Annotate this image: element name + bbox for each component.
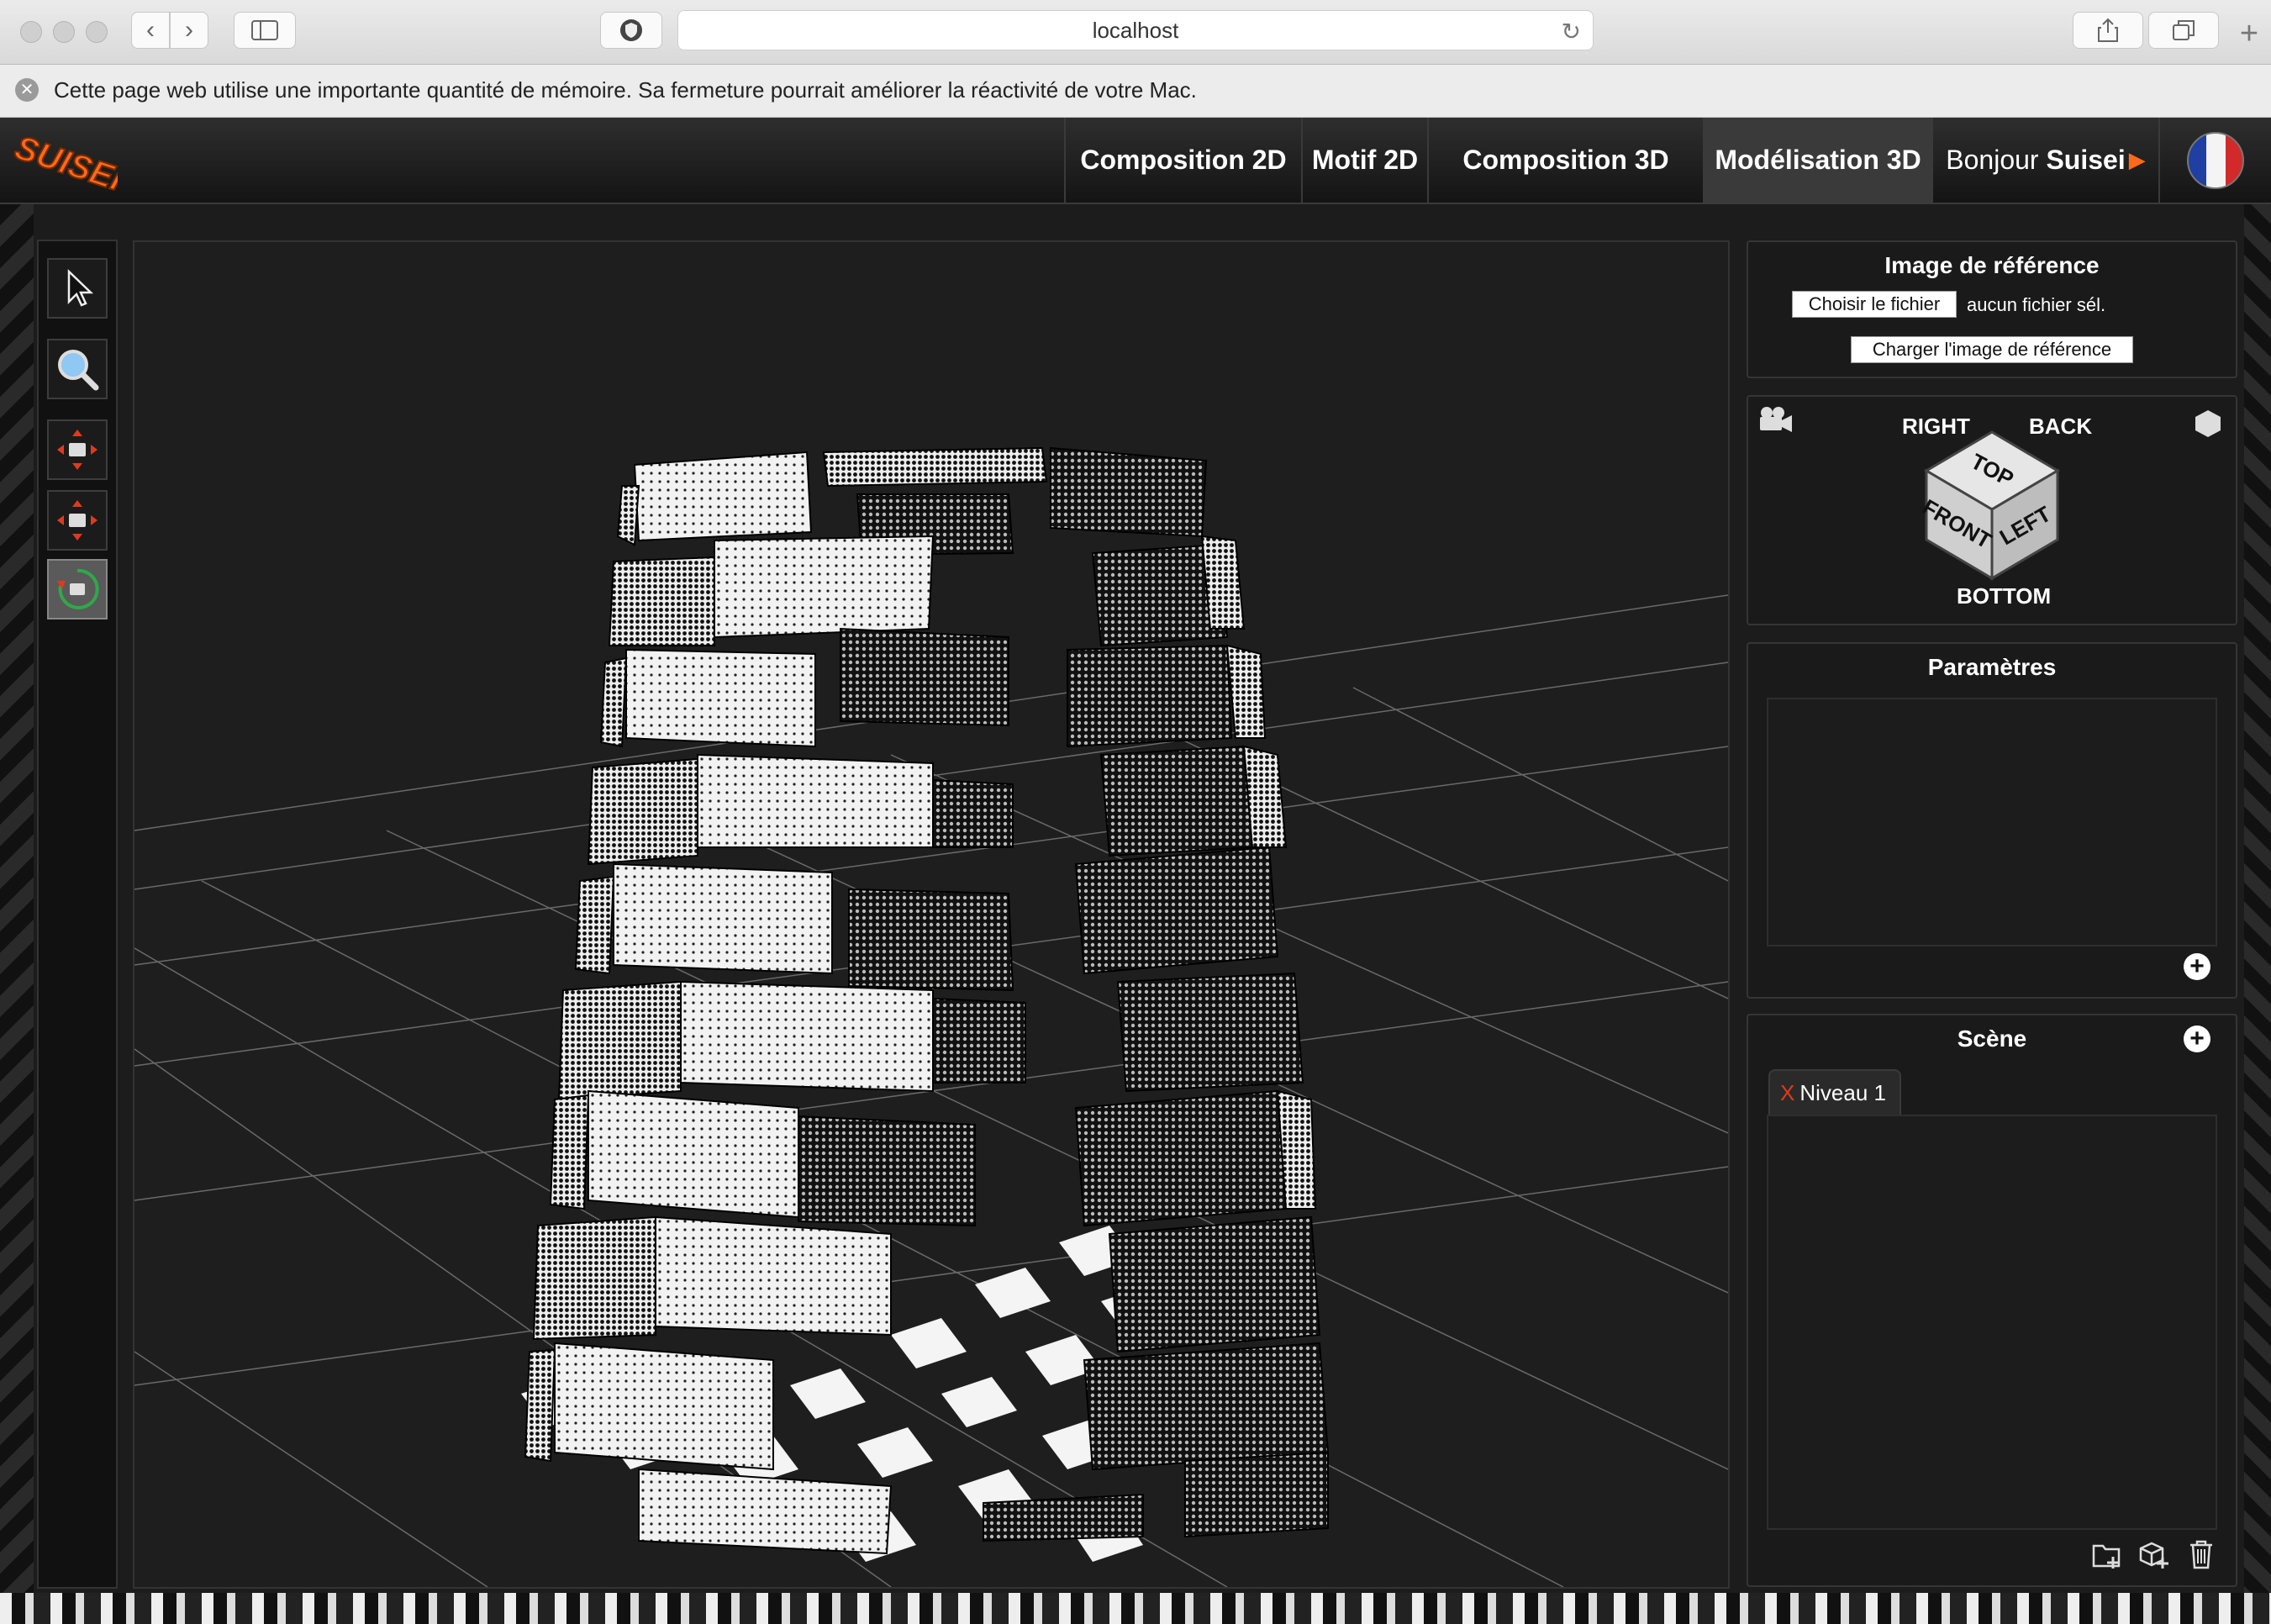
hexagon-icon[interactable] [2194,409,2222,439]
camera-icon[interactable] [1757,405,1794,435]
tower-model [521,446,1330,1562]
plus-icon: + [2189,952,2205,980]
no-file-label: aucun fichier sél. [1967,294,2106,315]
magnifier-icon [58,350,99,391]
background-art-right [2244,204,2271,1624]
cursor-icon [67,269,94,307]
dolly-camera-tool[interactable] [47,490,108,551]
close-window-button[interactable] [20,21,42,43]
choose-file-button[interactable]: Choisir le fichier [1792,291,1957,318]
reload-icon[interactable]: ↻ [1562,18,1581,45]
background-art-left [0,204,34,1624]
trash-icon[interactable] [2187,1538,2216,1570]
back-button[interactable]: ‹ [131,12,170,49]
scene-panel: Scène + X Niveau 1 [1747,1014,2237,1587]
pan-camera-tool[interactable] [47,419,108,480]
caret-right-icon: ▶ [2128,147,2146,172]
parameters-panel: Paramètres + [1747,642,2237,999]
shield-icon [620,19,642,41]
zoom-tool[interactable] [47,339,108,399]
minimize-window-button[interactable] [53,21,75,43]
add-parameter-button[interactable]: + [2184,953,2210,980]
plus-icon: + [2189,1025,2205,1052]
nav-composition-2d[interactable]: Composition 2D [1064,118,1301,203]
view-cube-panel: RIGHT BACK TOP FRONT LEFT BOTTOM [1747,395,2237,625]
memory-warning-text: Cette page web utilise une importante qu… [54,77,1197,103]
scene-content [1767,1115,2217,1530]
sidebar-toggle-button[interactable] [234,12,296,49]
svg-text:SUISEI: SUISEI [10,129,118,197]
camera-orbit-icon [57,568,99,609]
view-bottom-label[interactable]: BOTTOM [1957,583,2051,609]
background-art-bottom [0,1593,2271,1624]
chevron-left-icon: ‹ [146,16,155,44]
memory-warning-bar: ✕ Cette page web utilise une importante … [0,65,2271,118]
scene-tab-niveau-1[interactable]: X Niveau 1 [1768,1069,1901,1115]
close-warning-icon[interactable]: ✕ [15,78,39,102]
user-greeting[interactable]: Bonjour Suisei ▶ [1931,118,2158,203]
share-icon [2098,18,2118,42]
orbit-camera-tool[interactable] [47,559,108,620]
browser-toolbar: ‹ › localhost ↻ + [0,0,2271,65]
add-folder-icon[interactable] [2091,1540,2123,1570]
share-button[interactable] [2073,12,2143,49]
chevron-right-icon: › [185,16,193,44]
flag-fr-icon [2187,131,2244,189]
camera-move-icon [57,430,97,470]
url-text: localhost [1092,17,1179,43]
3d-viewport[interactable] [133,240,1730,1589]
nav-composition-3d[interactable]: Composition 3D [1427,118,1703,203]
view-cube[interactable]: TOP FRONT LEFT [1916,422,2068,582]
load-reference-button[interactable]: Charger l'image de référence [1851,336,2133,363]
language-selector[interactable] [2158,118,2271,203]
nav-motif-2d[interactable]: Motif 2D [1301,118,1427,203]
scene-title: Scène [1957,1026,2027,1052]
address-bar[interactable]: localhost ↻ [677,10,1594,50]
select-tool[interactable] [47,258,108,319]
camera-move-icon [57,500,97,540]
reference-image-title: Image de référence [1884,252,2100,278]
add-object-icon[interactable] [2138,1540,2170,1570]
plus-icon: + [2239,16,2259,51]
tabs-overview-button[interactable] [2148,12,2219,49]
sidebar-icon [251,20,278,40]
suisei-logo[interactable]: SUISEI [8,124,128,199]
logo-icon: SUISEI [9,128,128,199]
privacy-shield-button[interactable] [600,12,662,49]
app-header: SUISEI Composition 2D Motif 2D Compositi… [0,118,2271,204]
close-tab-icon[interactable]: X [1780,1080,1794,1106]
parameters-title: Paramètres [1927,654,2057,680]
parameters-content [1767,698,2217,946]
forward-button[interactable]: › [170,12,208,49]
add-scene-button[interactable]: + [2184,1026,2210,1052]
new-tab-button[interactable]: + [2232,17,2266,50]
tools-panel [37,240,118,1589]
zoom-window-button[interactable] [86,21,108,43]
tabs-icon [2173,20,2195,40]
nav-modelisation-3d[interactable]: Modélisation 3D [1703,118,1931,203]
3d-scene-canvas[interactable] [134,242,1728,1587]
reference-image-panel: Image de référence Choisir le fichier au… [1747,240,2237,378]
